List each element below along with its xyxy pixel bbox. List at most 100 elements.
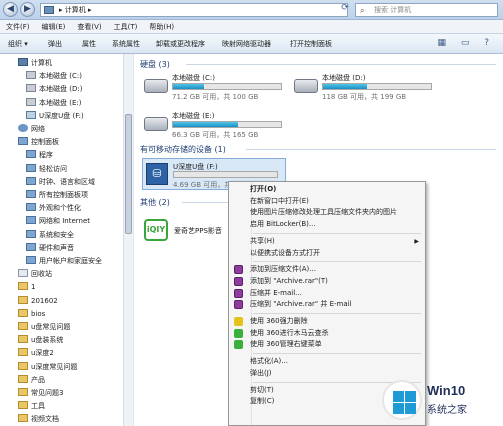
control-panel-icon bbox=[26, 242, 36, 251]
context-menu-item[interactable]: 使用 360管理右键菜单 bbox=[229, 339, 425, 350]
group-header-removable[interactable]: 有可移动存储的设备 (1) bbox=[140, 144, 226, 155]
context-menu-label: 格式化(A)... bbox=[250, 357, 288, 366]
toolbar-button[interactable]: 组织 ▾ bbox=[8, 34, 28, 54]
360-icon bbox=[234, 328, 243, 338]
command-bar: ▦ ▭ ? 组织 ▾ 弹出 属性 系统属性 卸载或更改程序 映射网络驱动器 打开控制面板 bbox=[0, 34, 503, 54]
search-icon: ⌕ bbox=[360, 6, 365, 15]
nav-item[interactable]: 所有控制面板项 bbox=[26, 189, 88, 201]
explorer-window: ◀ ▶ ▸ 计算机 ▸ ⟳ ⌕ 搜索 计算机 文件(F) 编辑(E) 查看(V) 工具… bbox=[0, 0, 503, 426]
nav-item[interactable]: u深度2 bbox=[18, 347, 54, 359]
nav-item[interactable]: 程序 bbox=[26, 149, 53, 161]
context-menu-label: 添加到压缩文件(A)... bbox=[250, 265, 316, 274]
context-menu-item[interactable]: 格式化(A)... bbox=[229, 356, 425, 367]
address-path: ▸ 计算机 ▸ bbox=[59, 6, 92, 14]
drive-name: 本地磁盘 (E:) bbox=[172, 112, 215, 120]
nav-item[interactable]: 本地磁盘 (C:) bbox=[26, 70, 82, 82]
context-menu-label: 弹出(J) bbox=[250, 368, 272, 377]
nav-item-label: 程序 bbox=[39, 151, 53, 160]
nav-scroll-thumb[interactable] bbox=[125, 114, 132, 234]
toolbar-button[interactable]: 系统属性 bbox=[112, 34, 140, 54]
nav-item[interactable]: bios bbox=[18, 308, 45, 320]
context-menu-item[interactable]: 使用图片压缩修改处理工具压缩文件夹内的图片 bbox=[229, 207, 425, 218]
nav-item[interactable]: 用户帐户和家庭安全 bbox=[26, 255, 102, 267]
nav-item[interactable]: 产品 bbox=[18, 374, 45, 386]
nav-item[interactable]: 常见问题3 bbox=[18, 387, 63, 399]
drive-usage-bar bbox=[172, 121, 282, 128]
nav-item-label: u深度常见问题 bbox=[31, 362, 78, 371]
nav-item[interactable]: u盘常见问题 bbox=[18, 321, 70, 333]
control-panel-icon bbox=[26, 229, 36, 238]
toolbar-button[interactable]: 打开控制面板 bbox=[290, 34, 332, 54]
address-bar[interactable]: ▸ 计算机 ▸ bbox=[40, 3, 348, 17]
nav-item[interactable]: u深度常见问题 bbox=[18, 361, 77, 373]
nav-item[interactable]: 外观和个性化 bbox=[26, 202, 81, 214]
context-menu-label: 添加到 "Archive.rar"(T) bbox=[250, 276, 328, 285]
nav-item[interactable]: 系统和安全 bbox=[26, 229, 74, 241]
menu-item[interactable]: 工具(T) bbox=[108, 20, 144, 34]
forward-icon[interactable]: ▶ bbox=[20, 2, 35, 17]
nav-item[interactable]: 网络和 Internet bbox=[26, 215, 90, 227]
iqiyi-app-icon[interactable]: iQIY bbox=[144, 219, 168, 241]
group-header-hdd[interactable]: 硬盘 (3) bbox=[140, 59, 170, 70]
nav-item-label: 用户帐户和家庭安全 bbox=[39, 257, 102, 265]
context-menu-item[interactable]: 添加到压缩文件(A)... bbox=[229, 264, 425, 275]
usb-drive-icon: ⛁ bbox=[146, 163, 168, 185]
nav-item[interactable]: U深度U盘 (F:) bbox=[26, 110, 84, 122]
nav-item-label: 系统和安全 bbox=[39, 230, 74, 239]
toolbar-button[interactable]: 属性 bbox=[82, 34, 96, 54]
nav-item[interactable]: 本地磁盘 (E:) bbox=[26, 97, 81, 109]
folder-icon bbox=[18, 361, 28, 370]
context-menu-item[interactable]: 在新窗口中打开(E) bbox=[229, 196, 425, 207]
nav-item[interactable]: 本地磁盘 (D:) bbox=[26, 83, 82, 95]
drive-e[interactable]: 本地磁盘 (E:) 66.3 GB 可用，共 165 GB bbox=[144, 111, 294, 141]
nav-item-label: u盘常见问题 bbox=[31, 323, 71, 331]
context-menu-item[interactable]: 压缩并 E-mail... bbox=[229, 288, 425, 299]
nav-item[interactable]: u盘装系统 bbox=[18, 334, 63, 346]
menu-item[interactable]: 帮助(H) bbox=[143, 20, 180, 34]
drive-c[interactable]: 本地磁盘 (C:) 71.2 GB 可用，共 100 GB bbox=[144, 73, 294, 103]
nav-item[interactable]: 轻松访问 bbox=[26, 163, 67, 175]
context-menu-item[interactable]: 启用 BitLocker(B)... bbox=[229, 219, 425, 230]
back-icon[interactable]: ◀ bbox=[3, 2, 18, 17]
context-menu-item[interactable]: 添加到 "Archive.rar"(T) bbox=[229, 276, 425, 287]
group-header-other[interactable]: 其他 (2) bbox=[140, 197, 170, 208]
control-panel-icon bbox=[26, 176, 36, 185]
view-options-icon[interactable]: ▦ ▭ ? bbox=[437, 38, 495, 48]
drive-icon bbox=[26, 97, 36, 106]
refresh-icon[interactable]: ⟳ bbox=[338, 3, 352, 17]
context-menu-item[interactable]: 打开(O) bbox=[229, 184, 425, 195]
nav-scrollbar[interactable] bbox=[123, 54, 133, 426]
nav-item[interactable]: 硬件和声音 bbox=[26, 242, 74, 254]
menu-item[interactable]: 编辑(E) bbox=[36, 20, 72, 34]
hard-drive-icon bbox=[144, 79, 168, 93]
nav-item[interactable]: 视频文档 bbox=[18, 413, 59, 425]
nav-item[interactable]: 201602 bbox=[18, 295, 58, 307]
context-menu-item[interactable]: 以便携式设备方式打开 bbox=[229, 248, 425, 259]
group-divider bbox=[186, 64, 496, 65]
nav-item[interactable]: 工具 bbox=[18, 400, 45, 412]
control-panel-icon bbox=[26, 190, 36, 198]
nav-item-label: 计算机 bbox=[31, 59, 52, 67]
toolbar-button[interactable]: 映射网络驱动器 bbox=[222, 34, 271, 54]
nav-item[interactable]: 回收站 bbox=[18, 268, 52, 280]
nav-item[interactable]: 控制面板 bbox=[18, 136, 59, 148]
drive-d[interactable]: 本地磁盘 (D:) 118 GB 可用，共 199 GB bbox=[294, 73, 444, 103]
nav-item[interactable]: 1 bbox=[18, 281, 35, 293]
navigation-pane: 计算机本地磁盘 (C:) 本地磁盘 (D:) 本地磁盘 (E:) U深度U盘 (F:)… bbox=[0, 54, 133, 426]
toolbar-button[interactable]: 弹出 bbox=[48, 34, 62, 54]
context-menu-item[interactable]: 压缩到 "Archive.rar" 并 E-mail bbox=[229, 299, 425, 310]
drive-usage-fill bbox=[323, 84, 368, 89]
drive-icon bbox=[26, 84, 36, 93]
nav-item[interactable]: 计算机 bbox=[18, 57, 52, 69]
nav-item[interactable]: 时钟、语言和区域 bbox=[26, 176, 95, 188]
context-menu-item[interactable]: 使用 360进行木马云查杀 bbox=[229, 328, 425, 339]
search-input[interactable]: ⌕ 搜索 计算机 bbox=[355, 3, 498, 17]
context-menu-label: 启用 BitLocker(B)... bbox=[250, 220, 316, 229]
context-menu-item[interactable]: 共享(H) ▶ bbox=[229, 236, 425, 247]
menu-item[interactable]: 查看(V) bbox=[71, 20, 107, 34]
menu-item[interactable]: 文件(F) bbox=[0, 20, 36, 34]
iqiyi-app-label[interactable]: 爱奇艺PPS影音 bbox=[174, 226, 222, 236]
nav-item[interactable]: 网络 bbox=[18, 123, 45, 135]
toolbar-button[interactable]: 卸载或更改程序 bbox=[156, 34, 205, 54]
context-menu-item[interactable]: 使用 360强力删除 bbox=[229, 316, 425, 327]
